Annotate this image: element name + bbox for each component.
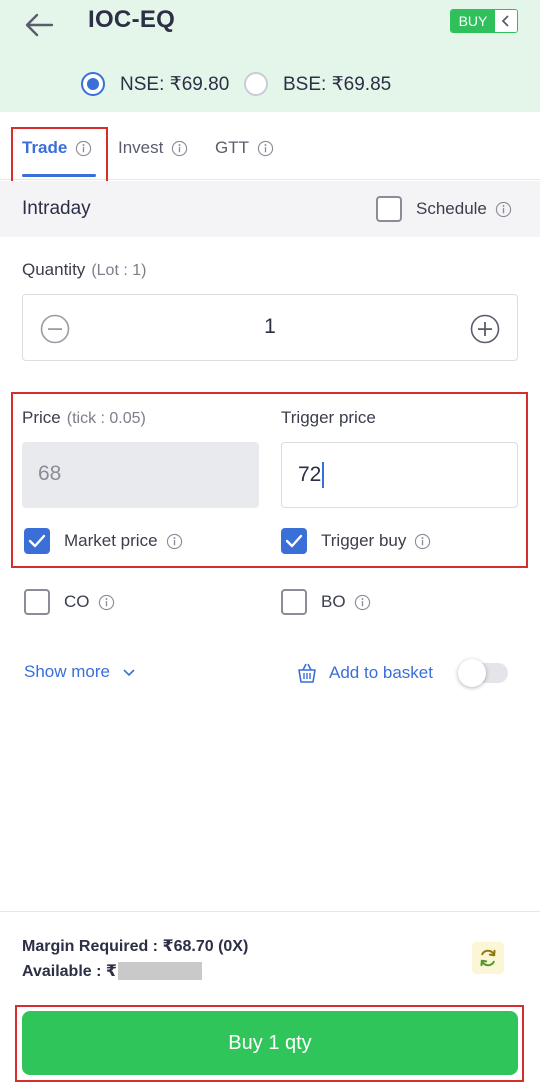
tab-gtt-label: GTT — [215, 138, 249, 157]
info-icon[interactable] — [171, 140, 188, 157]
price-input-value: 68 — [38, 462, 62, 485]
tab-trade[interactable]: Trade — [22, 138, 92, 158]
lot-size-text: (Lot : 1) — [91, 262, 147, 279]
tab-invest[interactable]: Invest — [118, 138, 188, 158]
available-label: Available : ₹ — [22, 963, 118, 980]
basket-toggle[interactable] — [458, 659, 508, 687]
exchange-option-bse[interactable]: BSE: ₹69.85 — [244, 68, 391, 100]
trigger-buy-label: Trigger buy — [321, 531, 407, 550]
market-price-checkbox[interactable] — [24, 528, 50, 554]
basket-icon — [298, 663, 316, 683]
market-price-option[interactable]: Market price — [24, 528, 183, 554]
price-input[interactable]: 68 — [22, 442, 259, 508]
schedule-option[interactable]: Schedule — [376, 196, 512, 222]
tab-invest-label: Invest — [118, 138, 164, 157]
info-icon[interactable] — [98, 594, 115, 611]
trigger-buy-checkbox[interactable] — [281, 528, 307, 554]
checkmark-icon — [285, 534, 303, 548]
bse-radio[interactable] — [244, 72, 268, 96]
show-more-label: Show more — [24, 662, 110, 681]
trigger-buy-option[interactable]: Trigger buy — [281, 528, 431, 554]
refresh-icon[interactable] — [472, 942, 504, 974]
info-icon[interactable] — [166, 533, 183, 550]
tab-gtt[interactable]: GTT — [215, 138, 274, 158]
header: IOC-EQ BUY NSE: ₹69.80 BSE: ₹69.85 — [0, 0, 540, 112]
schedule-checkbox[interactable] — [376, 196, 402, 222]
info-icon[interactable] — [414, 533, 431, 550]
order-type-band: Intraday Schedule — [0, 181, 540, 237]
nse-price-label: NSE: ₹69.80 — [120, 73, 230, 95]
exchange-option-nse[interactable]: NSE: ₹69.80 — [81, 68, 229, 100]
price-label: Price (tick : 0.05) — [22, 408, 146, 428]
chevron-down-icon — [123, 669, 135, 677]
co-checkbox[interactable] — [24, 589, 50, 615]
checkmark-icon — [28, 534, 46, 548]
price-label-text: Price — [22, 408, 61, 427]
add-to-basket-link[interactable]: Add to basket — [296, 662, 433, 684]
text-cursor — [322, 462, 325, 488]
available-balance: Available : ₹ — [22, 961, 203, 981]
info-icon[interactable] — [257, 140, 274, 157]
toggle-knob — [458, 659, 486, 687]
trigger-price-input[interactable]: 72 — [281, 442, 518, 508]
trigger-price-value: 72 — [298, 463, 322, 486]
tab-bar: Trade Invest GTT — [0, 112, 540, 180]
bo-checkbox[interactable] — [281, 589, 307, 615]
info-icon[interactable] — [75, 140, 92, 157]
quantity-stepper[interactable]: 1 — [22, 294, 518, 361]
nse-radio[interactable] — [81, 72, 105, 96]
back-arrow-icon[interactable] — [22, 8, 56, 42]
buy-button[interactable]: Buy 1 qty — [22, 1011, 518, 1075]
margin-required-text: Margin Required : ₹68.70 (0X) — [22, 938, 249, 955]
trigger-price-label: Trigger price — [281, 408, 376, 427]
info-icon[interactable] — [495, 201, 512, 218]
buy-badge[interactable]: BUY — [450, 9, 518, 33]
tick-size-text: (tick : 0.05) — [66, 410, 146, 427]
buy-badge-label: BUY — [451, 10, 495, 32]
show-more-link[interactable]: Show more — [24, 662, 136, 682]
quantity-label-text: Quantity — [22, 260, 86, 279]
add-to-basket-label: Add to basket — [329, 663, 433, 682]
active-tab-indicator — [22, 174, 96, 177]
order-type-title: Intraday — [22, 198, 91, 219]
quantity-value[interactable]: 1 — [23, 315, 517, 339]
bse-price-label: BSE: ₹69.85 — [283, 73, 392, 95]
chevron-left-icon[interactable] — [495, 10, 517, 32]
quantity-label: Quantity (Lot : 1) — [22, 260, 146, 280]
plus-circle-icon[interactable] — [470, 314, 500, 344]
redacted-balance — [118, 962, 203, 980]
schedule-label: Schedule — [416, 199, 487, 218]
tab-trade-label: Trade — [22, 138, 68, 157]
bo-option[interactable]: BO — [281, 589, 371, 615]
market-price-label: Market price — [64, 531, 158, 550]
footer-divider — [0, 911, 540, 912]
co-option[interactable]: CO — [24, 589, 115, 615]
bo-label: BO — [321, 592, 346, 611]
co-label: CO — [64, 592, 90, 611]
info-icon[interactable] — [354, 594, 371, 611]
page-title: IOC-EQ — [88, 6, 176, 33]
